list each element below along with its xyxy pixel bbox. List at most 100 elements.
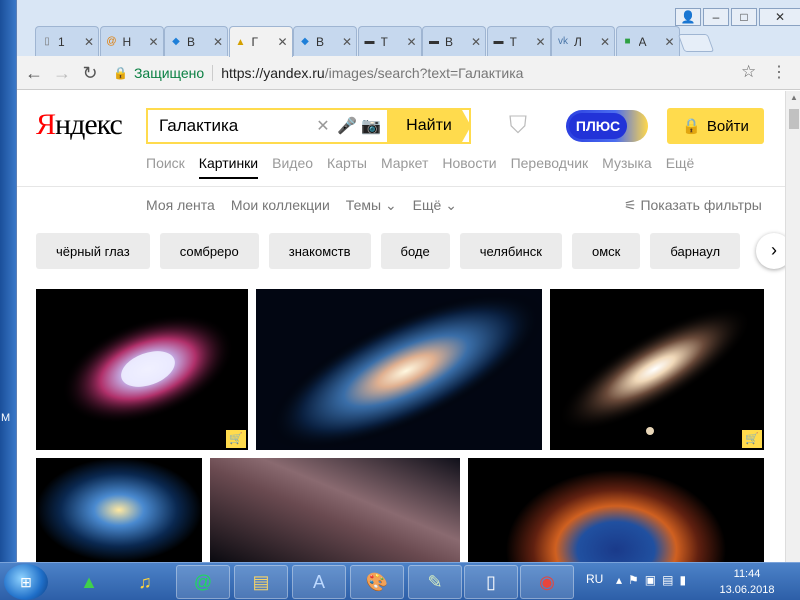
galaxy-image-6[interactable] bbox=[468, 458, 764, 562]
at-sign-icon: @ bbox=[106, 36, 117, 47]
browser-window: ▯ 1 ✕ @ Н ✕ ◆ В ✕ ▲ Г ✕ ◆ В ✕ ▬ Т ✕ ▬ В ✕ ▬ Т ✕ vk Л ✕ ■ А ✕ 👤 – □ ✕ … bbox=[16, 0, 800, 562]
find-button[interactable]: Найти bbox=[387, 108, 471, 144]
tab-close-icon[interactable]: ✕ bbox=[148, 35, 158, 49]
camera-icon[interactable]: 📷 bbox=[359, 116, 383, 136]
galaxy-image-3[interactable]: 🛒 bbox=[550, 289, 764, 450]
chrome-icon[interactable]: ◉ bbox=[520, 565, 574, 599]
cart-icon[interactable]: 🛒 bbox=[226, 430, 246, 448]
related-query-chip[interactable]: челябинск bbox=[459, 233, 562, 269]
related-query-chip[interactable]: боде bbox=[380, 233, 450, 269]
service-link[interactable]: Карты bbox=[327, 155, 367, 179]
sliders-icon: ⚟ bbox=[624, 197, 637, 213]
profile-button[interactable]: 👤 bbox=[675, 8, 701, 26]
browser-tab[interactable]: vk Л ✕ bbox=[551, 26, 615, 56]
reload-icon[interactable]: ↻ bbox=[79, 62, 101, 84]
related-query-chip[interactable]: знакомств bbox=[268, 233, 371, 269]
browser-toolbar: ← → ↻ 🔒 Защищено https://yandex.ru/image… bbox=[17, 56, 800, 90]
galaxy-image-2[interactable] bbox=[256, 289, 542, 450]
forward-arrow-icon[interactable]: → bbox=[51, 62, 73, 84]
file-explorer-icon[interactable]: ▤ bbox=[234, 565, 288, 599]
minimize-button[interactable]: – bbox=[703, 8, 729, 26]
tab-title: В bbox=[187, 34, 196, 49]
new-tab-button[interactable] bbox=[677, 34, 715, 52]
tab-close-icon[interactable]: ✕ bbox=[84, 35, 94, 49]
login-button[interactable]: 🔒 Войти bbox=[667, 108, 764, 144]
search-input[interactable]: Галактика bbox=[148, 116, 311, 136]
secure-label: Защищено bbox=[133, 65, 205, 81]
galaxy-image-1[interactable]: 🛒 bbox=[36, 289, 248, 450]
paint-icon[interactable]: 🎨 bbox=[350, 565, 404, 599]
browser-tab[interactable]: ▯ 1 ✕ bbox=[35, 26, 99, 56]
service-link[interactable]: Новости bbox=[442, 155, 496, 179]
tab-strip: ▯ 1 ✕ @ Н ✕ ◆ В ✕ ▲ Г ✕ ◆ В ✕ ▬ Т ✕ ▬ В ✕ ▬ Т ✕ vk Л ✕ ■ А ✕ 👤 – □ ✕ bbox=[17, 0, 800, 57]
document-icon: ▯ bbox=[44, 36, 50, 47]
microphone-icon[interactable]: 🎤 bbox=[335, 116, 359, 136]
browser-tab[interactable]: ▬ Т ✕ bbox=[357, 26, 422, 56]
back-arrow-icon[interactable]: ← bbox=[23, 62, 45, 84]
address-separator bbox=[212, 65, 214, 81]
service-link[interactable]: Картинки bbox=[198, 155, 259, 179]
plus-button[interactable]: ПЛЮС bbox=[566, 110, 648, 142]
music-icon[interactable]: ♫ bbox=[118, 565, 172, 599]
header-divider bbox=[17, 186, 785, 187]
service-link[interactable]: Ещё bbox=[666, 155, 695, 179]
my-feed-link[interactable]: Моя лента bbox=[146, 197, 215, 214]
start-button[interactable]: ⊞ bbox=[4, 564, 48, 600]
scroll-thumb[interactable] bbox=[789, 109, 799, 129]
address-bar[interactable]: 🔒 Защищено https://yandex.ru/images/sear… bbox=[113, 60, 767, 86]
service-link[interactable]: Переводчик bbox=[511, 155, 589, 179]
related-query-chip[interactable]: сомбреро bbox=[159, 233, 259, 269]
close-button[interactable]: ✕ bbox=[759, 8, 800, 26]
related-query-chip[interactable]: чёрный глаз bbox=[36, 233, 150, 269]
browser-tab[interactable]: ▬ Т ✕ bbox=[486, 26, 551, 56]
language-indicator[interactable]: RU bbox=[586, 572, 603, 586]
related-query-chip[interactable]: барнаул bbox=[650, 233, 741, 269]
my-collections-link[interactable]: Мои коллекции bbox=[231, 197, 330, 214]
browser-tab[interactable]: ▲ Г ✕ bbox=[228, 26, 293, 57]
tab-close-icon[interactable]: ✕ bbox=[277, 35, 287, 49]
more-dropdown[interactable]: Ещё ⌄ bbox=[413, 197, 457, 214]
service-link[interactable]: Видео bbox=[272, 155, 313, 179]
menu-kebab-icon[interactable]: ⋮ bbox=[771, 62, 787, 82]
browser-tab[interactable]: ■ А ✕ bbox=[615, 26, 680, 56]
mail-agent-icon[interactable]: @ bbox=[176, 565, 230, 599]
chevron-right-icon[interactable]: › bbox=[756, 233, 785, 269]
tab-close-icon[interactable]: ✕ bbox=[664, 35, 674, 49]
clock[interactable]: 11:44 13.06.2018 bbox=[712, 566, 782, 598]
chevron-down-icon: ⌄ bbox=[384, 197, 397, 213]
tab-close-icon[interactable]: ✕ bbox=[600, 35, 610, 49]
yandex-logo[interactable]: Яндекс bbox=[36, 108, 123, 142]
tab-close-icon[interactable]: ✕ bbox=[213, 35, 223, 49]
service-link[interactable]: Музыка bbox=[602, 155, 652, 179]
taskbar: ⊞ ▲ ♫ @ ▤ A 🎨 ✎ ▯ ◉ RU ▴⚑▣▤▮ 11:44 13.06… bbox=[0, 562, 800, 600]
clear-icon[interactable]: ✕ bbox=[311, 116, 335, 136]
page-scrollbar[interactable]: ▲ bbox=[785, 91, 800, 562]
browser-tab[interactable]: ◆ В ✕ bbox=[293, 26, 357, 56]
galaxy-image-4[interactable] bbox=[36, 458, 202, 562]
images-subnav: Моя лента Мои коллекции Темы ⌄ Ещё ⌄ bbox=[146, 197, 457, 214]
browser-tab[interactable]: ◆ В ✕ bbox=[164, 26, 228, 56]
launcher-a-icon[interactable]: ▲ bbox=[62, 565, 116, 599]
document-icon[interactable]: ▯ bbox=[464, 565, 518, 599]
service-link[interactable]: Поиск bbox=[146, 155, 185, 179]
related-query-chip[interactable]: омск bbox=[572, 233, 641, 269]
shield-icon[interactable]: ⛉ bbox=[509, 112, 527, 140]
show-filters-link[interactable]: ⚟ Показать фильтры bbox=[624, 197, 762, 214]
tab-close-icon[interactable]: ✕ bbox=[406, 35, 416, 49]
tab-close-icon[interactable]: ✕ bbox=[471, 35, 481, 49]
wordpad-icon[interactable]: A bbox=[292, 565, 346, 599]
tab-title: В bbox=[445, 34, 454, 49]
tab-close-icon[interactable]: ✕ bbox=[342, 35, 352, 49]
scroll-up-icon[interactable]: ▲ bbox=[790, 93, 798, 102]
service-link[interactable]: Маркет bbox=[381, 155, 428, 179]
tray-icons[interactable]: ▴⚑▣▤▮ bbox=[616, 573, 692, 587]
browser-tab[interactable]: ▬ В ✕ bbox=[422, 26, 486, 56]
themes-dropdown[interactable]: Темы ⌄ bbox=[346, 197, 397, 214]
cart-icon[interactable]: 🛒 bbox=[742, 430, 762, 448]
maximize-button[interactable]: □ bbox=[731, 8, 757, 26]
bookmark-star-icon[interactable]: ☆ bbox=[741, 62, 756, 82]
galaxy-image-5[interactable] bbox=[210, 458, 460, 562]
notepad-icon[interactable]: ✎ bbox=[408, 565, 462, 599]
tab-close-icon[interactable]: ✕ bbox=[535, 35, 545, 49]
browser-tab[interactable]: @ Н ✕ bbox=[99, 26, 164, 56]
